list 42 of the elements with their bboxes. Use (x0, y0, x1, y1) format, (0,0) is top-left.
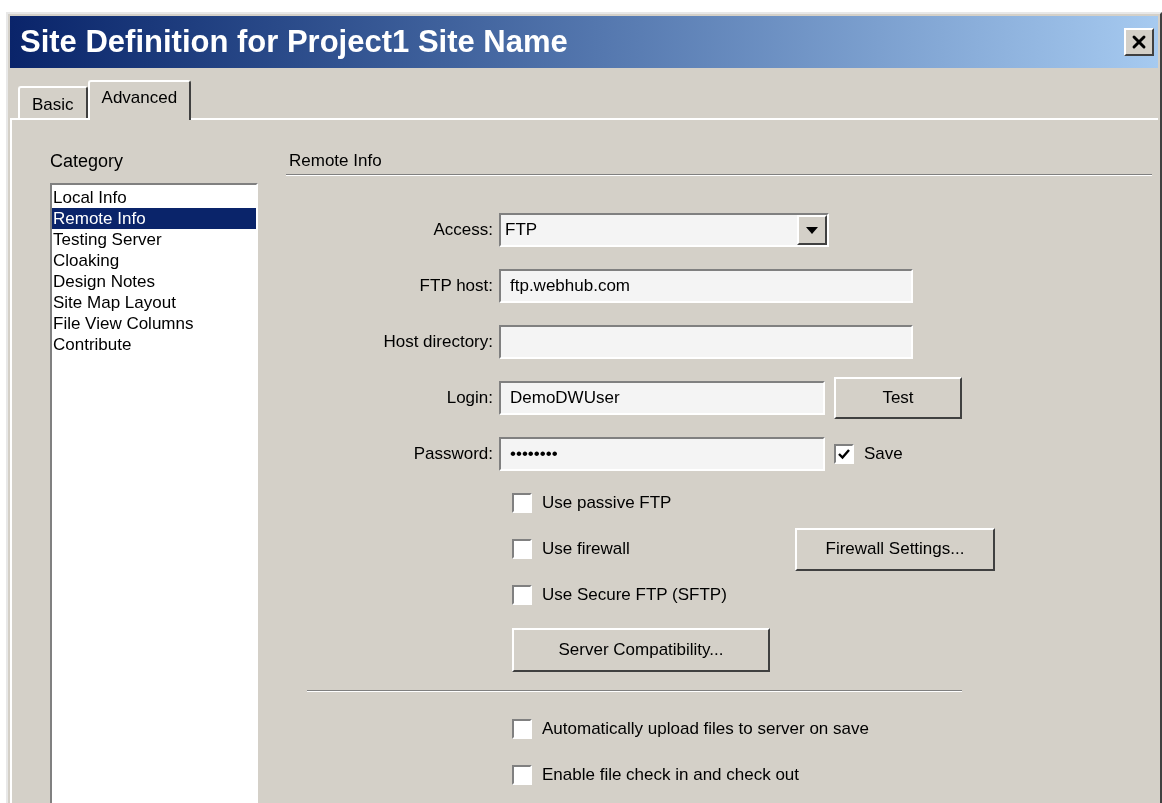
checkbox[interactable] (512, 719, 532, 739)
input-field[interactable] (499, 325, 913, 359)
access-dropdown[interactable]: FTP (499, 213, 829, 247)
check-icon (838, 448, 850, 460)
category-item[interactable]: Testing Server (52, 229, 256, 250)
checkbox-label: Use passive FTP (542, 492, 672, 515)
checkbox-label: Enable file check in and check out (542, 764, 800, 787)
caret-icon (806, 226, 818, 234)
checkbox[interactable] (512, 539, 532, 559)
section-title: Remote Info (288, 150, 383, 172)
server-compatibility-button[interactable]: Server Compatibility... (512, 628, 770, 672)
input-field[interactable]: •••••••• (499, 437, 825, 471)
checkbox[interactable] (512, 585, 532, 605)
checkbox-label: Use firewall (542, 538, 630, 561)
category-item[interactable]: Remote Info (52, 208, 256, 229)
checkbox-label: Save (864, 443, 903, 466)
field-label: Login: (445, 387, 494, 410)
category-item[interactable]: File View Columns (52, 313, 256, 334)
field-label: Host directory: (382, 331, 494, 354)
input-field[interactable]: ftp.webhub.com (499, 269, 913, 303)
field-label: Access: (432, 219, 494, 242)
category-item[interactable]: Local Info (52, 187, 256, 208)
window-title: Site Definition for Project1 Site Name (20, 22, 568, 61)
input-field[interactable]: DemoDWUser (499, 381, 825, 415)
category-item[interactable]: Design Notes (52, 271, 256, 292)
category-item[interactable]: Cloaking (52, 250, 256, 271)
checkbox[interactable] (834, 444, 854, 464)
test-button[interactable]: Test (834, 377, 962, 419)
dropdown-button[interactable] (797, 215, 827, 245)
checkbox[interactable] (512, 493, 532, 513)
tab[interactable]: Advanced (87, 80, 192, 120)
tab[interactable]: Basic (18, 86, 88, 118)
category-item[interactable]: Contribute (52, 334, 256, 355)
checkbox-label: Use Secure FTP (SFTP) (542, 584, 727, 607)
category-item[interactable]: Site Map Layout (52, 292, 256, 313)
firewall-settings-button[interactable]: Firewall Settings... (795, 527, 995, 571)
checkbox-label: Automatically upload files to server on save (542, 718, 869, 741)
checkbox[interactable] (512, 765, 532, 785)
field-label: FTP host: (418, 275, 494, 298)
category-label: Category (50, 150, 125, 173)
close-button[interactable] (1124, 28, 1154, 56)
field-label: Password: (412, 443, 494, 466)
